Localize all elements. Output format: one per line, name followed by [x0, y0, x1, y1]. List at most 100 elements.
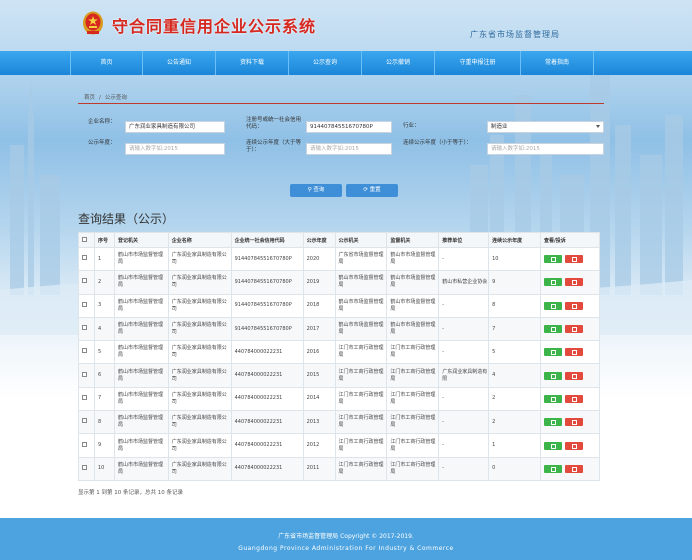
- row-credit-code: 91440784551670780P: [230, 270, 304, 295]
- row-actions: [539, 246, 601, 272]
- years-ge-input[interactable]: 请输入数字如:2015: [306, 143, 392, 155]
- view-icon[interactable]: [543, 301, 562, 310]
- row-sup-authority: 江门市工商行政管理局: [386, 433, 440, 458]
- nav-downloads[interactable]: 资料下载: [216, 51, 289, 75]
- table-row: 2 鹤山市市场监督管理局 广东润业家具制造有限公司 91440784551670780…: [78, 270, 601, 295]
- row-reg-authority: 鹤山市市场监督管理局: [113, 270, 169, 295]
- row-checkbox[interactable]: [82, 464, 87, 470]
- row-credit-code: 91440784551670780P: [230, 316, 304, 342]
- row-checkbox[interactable]: [82, 441, 87, 447]
- view-icon[interactable]: [543, 418, 562, 427]
- years-ge-label: 连续公示年度（大于等于）：: [246, 140, 302, 153]
- row-pub-authority: 广东省市场监督管理局: [334, 246, 388, 272]
- row-sup-authority: 鹤山市市场监督管理局: [386, 316, 440, 342]
- complaint-icon[interactable]: [564, 278, 583, 287]
- reset-button-label: 重置: [369, 187, 381, 193]
- row-actions: [539, 270, 601, 295]
- row-consecutive: 7: [488, 316, 541, 342]
- row-checkbox[interactable]: [82, 278, 87, 284]
- row-sup-authority: 鹤山市市场监督管理局: [386, 246, 440, 272]
- row-select-cell[interactable]: [78, 363, 95, 388]
- view-icon[interactable]: [543, 441, 562, 450]
- complaint-icon[interactable]: [564, 325, 583, 334]
- complaint-icon[interactable]: [564, 301, 583, 310]
- row-checkbox[interactable]: [82, 394, 87, 400]
- nav-notices[interactable]: 公告通知: [143, 51, 216, 75]
- row-select-cell[interactable]: [78, 316, 95, 342]
- view-icon[interactable]: [543, 394, 562, 403]
- industry-label: 行业：: [403, 123, 420, 129]
- nav-guide[interactable]: 常着指南: [521, 51, 594, 75]
- row-checkbox[interactable]: [82, 418, 87, 424]
- row-consecutive: 5: [488, 340, 541, 365]
- row-recommender: 鹤山市私营企业协会: [438, 270, 490, 295]
- row-year: 2019: [302, 270, 336, 295]
- breadcrumb-divider: [78, 103, 604, 104]
- row-select-cell[interactable]: [78, 386, 95, 412]
- row-no: 6: [93, 363, 115, 388]
- view-icon[interactable]: [543, 464, 562, 473]
- complaint-icon[interactable]: [564, 441, 583, 450]
- complaint-icon[interactable]: [564, 418, 583, 427]
- row-no: 2: [93, 270, 115, 295]
- company-name-input[interactable]: 广东润业家具制造有限公司: [125, 121, 225, 133]
- row-select-cell[interactable]: [78, 293, 95, 318]
- reset-button[interactable]: ⟳ 重置: [346, 184, 398, 197]
- view-icon[interactable]: [543, 325, 562, 334]
- nav-public-query[interactable]: 公示查询: [289, 51, 362, 75]
- row-select-cell[interactable]: [78, 410, 95, 435]
- row-company: 广东润业家具制造有限公司: [167, 246, 232, 272]
- complaint-icon[interactable]: [564, 371, 583, 380]
- complaint-icon[interactable]: [564, 394, 583, 403]
- row-select-cell[interactable]: [78, 270, 95, 295]
- row-recommender: -: [438, 386, 490, 412]
- row-checkbox[interactable]: [82, 371, 87, 377]
- row-consecutive: 2: [488, 410, 541, 435]
- row-select-cell[interactable]: [78, 340, 95, 365]
- breadcrumb-separator: /: [99, 95, 101, 101]
- industry-select[interactable]: 制造业: [487, 121, 604, 133]
- table-row: 8 鹤山市市场监督管理局 广东润业家具制造有限公司 440784000022231 20…: [78, 410, 601, 435]
- years-le-label: 连续公示年度（小于等于）：: [403, 140, 472, 146]
- view-icon[interactable]: [543, 255, 562, 264]
- complaint-icon[interactable]: [564, 348, 583, 357]
- nav-home[interactable]: 首页: [70, 51, 143, 75]
- view-icon[interactable]: [543, 278, 562, 287]
- row-checkbox[interactable]: [82, 301, 87, 307]
- year-input[interactable]: 请输入数字如:2015: [125, 143, 225, 155]
- row-checkbox[interactable]: [82, 255, 87, 261]
- nav-register[interactable]: 守重申报注册: [435, 51, 521, 75]
- row-reg-authority: 鹤山市市场监督管理局: [113, 293, 169, 318]
- years-le-input[interactable]: 请输入数字如:2015: [487, 143, 604, 155]
- row-credit-code: 91440784551670780P: [230, 293, 304, 318]
- complaint-icon[interactable]: [564, 464, 583, 473]
- row-pub-authority: 江门市工商行政管理局: [334, 386, 388, 412]
- credit-code-input[interactable]: 91440784551670780P: [306, 121, 392, 133]
- view-icon[interactable]: [543, 371, 562, 380]
- nav-public-revoke[interactable]: 公示撤销: [362, 51, 435, 75]
- row-recommender: -: [438, 433, 490, 458]
- row-company: 广东润业家具制造有限公司: [167, 456, 232, 481]
- row-checkbox[interactable]: [82, 348, 87, 354]
- select-all-header[interactable]: [78, 232, 95, 248]
- row-select-cell[interactable]: [78, 456, 95, 481]
- breadcrumb-home[interactable]: 首页: [84, 95, 95, 101]
- national-emblem-icon: [83, 11, 103, 35]
- row-recommender: -: [438, 246, 490, 272]
- row-year: 2020: [302, 246, 336, 272]
- row-company: 广东润业家具制造有限公司: [167, 410, 232, 435]
- row-credit-code: 440784000022231: [230, 363, 304, 388]
- complaint-icon[interactable]: [564, 255, 583, 264]
- table-row: 10 鹤山市市场监督管理局 广东润业家具制造有限公司 440784000022231 2…: [78, 456, 601, 481]
- table-row: 5 鹤山市市场监督管理局 广东润业家具制造有限公司 440784000022231 20…: [78, 340, 601, 365]
- row-select-cell[interactable]: [78, 433, 95, 458]
- row-checkbox[interactable]: [82, 325, 87, 331]
- row-no: 3: [93, 293, 115, 318]
- results-table: 序号 登记机关 企业名称 企业统一社会信用代码 公示年度 公示机关 监督机关 推…: [78, 232, 601, 481]
- row-recommender: -: [438, 410, 490, 435]
- row-select-cell[interactable]: [78, 246, 95, 272]
- view-icon[interactable]: [543, 348, 562, 357]
- row-sup-authority: 江门市工商行政管理局: [386, 456, 440, 481]
- select-all-checkbox[interactable]: [82, 236, 87, 242]
- query-button[interactable]: ⚲ 查询: [290, 184, 342, 197]
